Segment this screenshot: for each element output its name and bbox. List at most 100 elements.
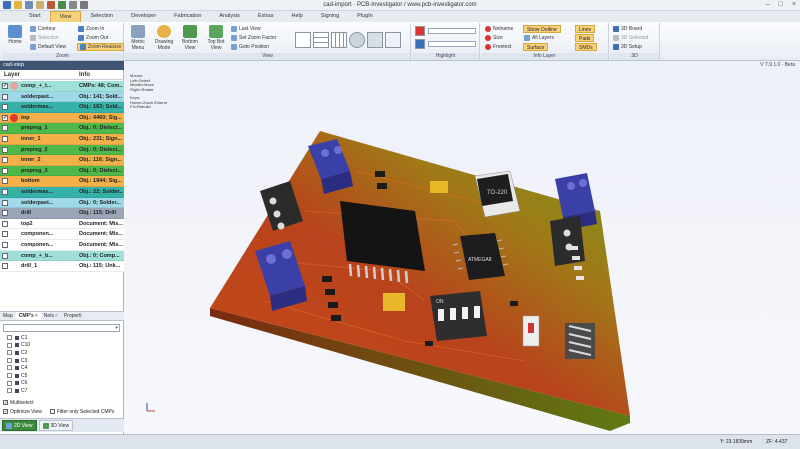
lines-icon[interactable] xyxy=(331,32,347,48)
layer-visibility-checkbox[interactable]: ✓ xyxy=(2,114,8,121)
layer-row[interactable]: bottom Obj.: 1944; Sig... xyxy=(0,176,124,187)
layer-row[interactable]: comp_+_b... Obj.: 0; Comp... xyxy=(0,250,124,262)
close-icon[interactable]: × xyxy=(55,313,58,319)
component-checkbox[interactable] xyxy=(7,372,12,378)
layer-visibility-checkbox[interactable] xyxy=(2,146,8,153)
crosshair-icon[interactable] xyxy=(295,32,311,48)
tab-properties[interactable]: Properti xyxy=(61,312,85,320)
default-view-button[interactable]: Default View xyxy=(30,43,66,51)
multiselect-checkbox[interactable]: ✓ xyxy=(3,400,8,405)
layer-row[interactable]: top2 Document; Mis... xyxy=(0,218,124,230)
component-checkbox[interactable] xyxy=(7,357,12,363)
grid-icon[interactable] xyxy=(313,32,329,48)
component-item[interactable]: C10 xyxy=(3,342,120,350)
tab-3d-view[interactable]: 3D View xyxy=(38,420,74,431)
optimize-view-option[interactable]: ✓ Optimize View Filter only Selected CMP… xyxy=(3,407,123,416)
circle-icon[interactable] xyxy=(349,32,365,48)
lines-toggle[interactable]: Lines xyxy=(575,25,595,33)
freetext-toggle[interactable]: Freetext xyxy=(485,43,511,51)
component-item[interactable]: C2 xyxy=(3,349,120,357)
layer-row[interactable]: componen... Document; Mis... xyxy=(0,229,124,240)
3d-setup-button[interactable]: 3D Setup xyxy=(613,43,642,51)
multiselect-option[interactable]: ✓ Multiselect xyxy=(3,398,123,407)
layer-color-icon[interactable] xyxy=(10,113,18,122)
layer-visibility-checkbox[interactable] xyxy=(2,252,8,259)
cmp-filter-dropdown[interactable]: ▾ xyxy=(3,324,120,332)
3d-board-button[interactable]: 3D Board xyxy=(613,25,642,33)
tab-start[interactable]: Start xyxy=(20,11,50,22)
layer-row[interactable]: soldermas... Obj.: 163; Sold... xyxy=(0,102,124,113)
highlight-mode-icon[interactable] xyxy=(415,39,425,49)
smds-toggle[interactable]: SMDs xyxy=(575,43,597,51)
layer-visibility-checkbox[interactable] xyxy=(2,241,8,248)
zoom-realsize-button[interactable]: Zoom Realsize xyxy=(77,43,125,51)
layer-visibility-checkbox[interactable] xyxy=(2,93,8,100)
close-button[interactable]: × xyxy=(792,1,796,8)
tab-plugin[interactable]: PlugIn xyxy=(348,11,382,22)
layer-visibility-checkbox[interactable] xyxy=(2,178,8,185)
selection-zoom-button[interactable]: Selection xyxy=(30,34,59,42)
show-outline-toggle[interactable]: Show Outline xyxy=(523,25,561,33)
pcb-3d-render[interactable]: TO-220 ATMEGA8 ON xyxy=(125,61,800,434)
tab-nets[interactable]: Nets × xyxy=(41,312,61,320)
layer-row[interactable]: solderpast... Obj.: 141; Sold... xyxy=(0,91,124,103)
layer-row[interactable]: prepreg_1 Obj.: 0; Dielect... xyxy=(0,123,124,134)
drawing-mode-button[interactable]: Drawing Mode xyxy=(153,25,175,51)
tab-extras[interactable]: Extras xyxy=(249,11,283,22)
close-icon[interactable]: × xyxy=(35,313,38,319)
pads-toggle[interactable]: Pads xyxy=(575,34,595,42)
layer-visibility-checkbox[interactable] xyxy=(2,157,8,164)
maximize-button[interactable]: □ xyxy=(779,1,783,8)
highlight-slider[interactable] xyxy=(428,28,476,34)
component-checkbox[interactable] xyxy=(7,335,12,340)
bottom-view-button[interactable]: Bottom View xyxy=(179,25,201,51)
top-bot-view-button[interactable]: Top Bot View xyxy=(205,25,227,51)
tab-cmps[interactable]: CMP's × xyxy=(15,312,41,320)
tab-2d-view[interactable]: 2D View xyxy=(2,420,37,431)
pattern-icon[interactable] xyxy=(367,32,383,48)
size-toggle[interactable]: Size xyxy=(485,34,503,42)
tab-signing[interactable]: Signing xyxy=(312,11,348,22)
component-checkbox[interactable] xyxy=(7,365,12,371)
goto-position-button[interactable]: Goto Position xyxy=(231,43,269,51)
layer-color-icon[interactable] xyxy=(10,82,18,90)
layer-row[interactable]: prepreg_3 Obj.: 0; Dielect... xyxy=(0,165,124,177)
component-item[interactable]: C1 xyxy=(3,334,120,342)
set-zoom-factor-button[interactable]: Set Zoom Factor xyxy=(231,34,276,42)
component-checkbox[interactable] xyxy=(7,350,12,356)
layer-row[interactable]: inner_1 Obj.: 231; Sign... xyxy=(0,133,124,145)
zoom-out-button[interactable]: Zoom Out xyxy=(78,34,108,42)
highlight-value-field[interactable] xyxy=(428,41,476,47)
tab-selection[interactable]: Selection xyxy=(81,11,122,22)
drill-icon[interactable] xyxy=(385,32,401,48)
3d-selected-button[interactable]: 3D Selected xyxy=(613,34,648,42)
layer-row[interactable]: drill_1 Obj.: 115; Unk... xyxy=(0,261,124,272)
filter-selected-checkbox[interactable] xyxy=(49,409,55,414)
tab-view[interactable]: View xyxy=(49,11,82,22)
3d-viewport[interactable]: V 7.9.1.0 - Beta Mouse: Left=Select Middle… xyxy=(125,61,800,434)
layer-visibility-checkbox[interactable] xyxy=(2,263,8,270)
tab-fabrication[interactable]: Fabrication xyxy=(165,11,210,22)
layer-visibility-checkbox[interactable] xyxy=(2,104,8,111)
layer-visibility-checkbox[interactable] xyxy=(2,199,8,206)
component-checkbox[interactable] xyxy=(7,388,12,394)
layer-row[interactable]: inner_2 Obj.: 116; Sign... xyxy=(0,155,124,166)
component-checkbox[interactable] xyxy=(7,380,12,386)
layer-visibility-checkbox[interactable] xyxy=(2,220,8,227)
info-column-header[interactable]: Info xyxy=(79,72,90,78)
netname-toggle[interactable]: Netname xyxy=(485,25,513,33)
minimize-button[interactable]: – xyxy=(766,1,770,8)
component-item[interactable]: C3 xyxy=(3,357,120,365)
tab-analysis[interactable]: Analysis xyxy=(210,11,248,22)
tab-map[interactable]: Map xyxy=(0,312,16,320)
component-item[interactable]: C4 xyxy=(3,364,120,372)
contour-button[interactable]: Contour xyxy=(30,25,56,33)
layer-row[interactable]: solderpast... Obj.: 0; Solder... xyxy=(0,197,124,209)
metric-menu-button[interactable]: Metric Menu xyxy=(127,25,149,51)
layer-row[interactable]: ✓ comp_+_t... CMPs: 48; Com... xyxy=(0,81,124,92)
tab-developer[interactable]: Developer xyxy=(122,11,165,22)
layer-row[interactable]: soldermas... Obj.: 22; Solder... xyxy=(0,186,124,198)
layer-visibility-checkbox[interactable] xyxy=(2,210,8,217)
layer-visibility-checkbox[interactable] xyxy=(2,135,8,142)
last-view-button[interactable]: Last View xyxy=(231,25,261,33)
